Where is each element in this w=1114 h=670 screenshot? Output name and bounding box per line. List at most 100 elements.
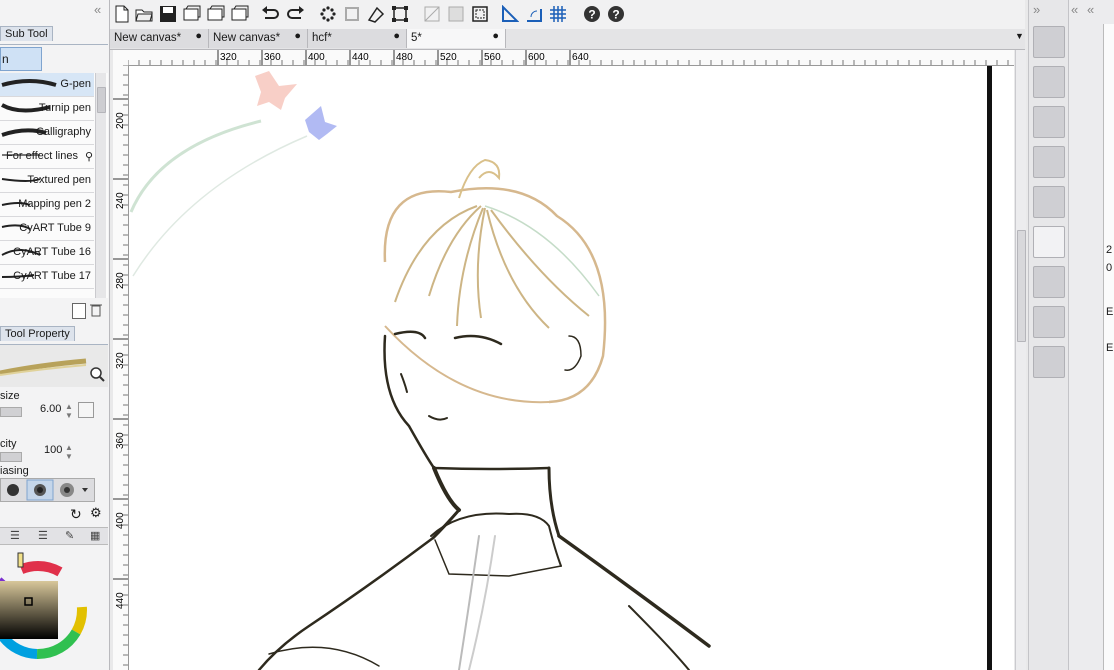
dotted-select-icon	[320, 6, 336, 22]
opacity-value[interactable]: 100	[44, 444, 62, 456]
ruler-top-label: 440	[352, 52, 369, 63]
copy-icon	[183, 5, 201, 21]
document-tabs: New canvas* ● New canvas* ● hcf* ● 5* ● ▼	[110, 29, 1025, 50]
layer-icon-9[interactable]	[1033, 346, 1065, 378]
brush-stroke-preview	[0, 358, 87, 376]
ruler-top-label: 480	[396, 52, 413, 63]
tab-dropdown-icon[interactable]: ▼	[1015, 31, 1024, 41]
tab-document-3[interactable]: hcf* ●	[308, 29, 407, 48]
brush-item[interactable]: CyART Tube 16	[0, 241, 94, 265]
new-file-button[interactable]	[112, 4, 132, 24]
chevrons-right-icon[interactable]: «	[1087, 2, 1094, 17]
layer-icon-7[interactable]	[1033, 266, 1065, 298]
help-2-button[interactable]: ?	[606, 4, 626, 24]
close-dot-icon[interactable]: ●	[492, 30, 499, 42]
snap-ruler-button[interactable]	[500, 4, 520, 24]
canvas-scrollbar[interactable]	[1015, 50, 1026, 670]
close-dot-icon[interactable]: ●	[294, 30, 301, 42]
collapse-right-icon[interactable]: »	[1033, 2, 1040, 17]
snap-grid-button[interactable]	[548, 4, 568, 24]
layer-icon-8[interactable]	[1033, 306, 1065, 338]
layer-icon-2[interactable]	[1033, 66, 1065, 98]
color-list-icon[interactable]: ☰	[10, 529, 20, 542]
tab-label: hcf*	[312, 32, 332, 44]
clear-button[interactable]	[230, 4, 250, 24]
layer-icon-4[interactable]	[1033, 146, 1065, 178]
ruler-left-label: 280	[115, 272, 126, 289]
transform-icon	[392, 6, 408, 22]
face-lineart	[257, 330, 711, 670]
brush-size-preset-icon[interactable]	[78, 402, 94, 418]
opacity-stepper-icon[interactable]: ▲ ▼	[65, 443, 73, 461]
hide-selection-button[interactable]	[422, 4, 442, 24]
tab-document-4-active[interactable]: 5* ●	[407, 29, 506, 48]
pen-color-icon[interactable]: ✎	[65, 529, 74, 542]
brush-size-stepper-icon[interactable]: ▲ ▼	[65, 402, 73, 420]
fill-button[interactable]	[366, 4, 386, 24]
brush-size-value[interactable]: 6.00	[40, 403, 61, 415]
tab-tool-property[interactable]: Tool Property	[0, 326, 75, 341]
zoom-preview-icon[interactable]	[89, 366, 105, 385]
select-all-button[interactable]	[318, 4, 338, 24]
help-button[interactable]: ?	[582, 4, 602, 24]
opacity-slider[interactable]	[0, 452, 22, 462]
tab-document-1[interactable]: New canvas* ●	[110, 29, 209, 48]
chevrons-left-icon[interactable]: «	[1071, 2, 1078, 17]
ruler-left-label: 400	[115, 512, 126, 529]
close-dot-icon[interactable]: ●	[195, 30, 202, 42]
antialiasing-selector[interactable]	[0, 478, 95, 502]
brush-item[interactable]: G-pen	[0, 73, 94, 97]
undo-button[interactable]	[260, 4, 280, 24]
ruler-top-label: 400	[308, 52, 325, 63]
grid-color-icon[interactable]: ▦	[90, 529, 100, 542]
save-button[interactable]	[158, 4, 178, 24]
redo-button[interactable]	[286, 4, 306, 24]
left-panel: « Sub Tool n G-pen Turnip pen Calligraphy F…	[0, 0, 110, 670]
brush-preview	[0, 344, 108, 387]
frame-border	[987, 66, 992, 670]
collapse-left-icon[interactable]: «	[94, 2, 101, 17]
drawing-canvas[interactable]	[129, 66, 1014, 670]
brush-item[interactable]: Calligraphy	[0, 121, 94, 145]
open-button[interactable]	[134, 4, 154, 24]
copy-button[interactable]	[182, 4, 202, 24]
brush-item[interactable]: Turnip pen	[0, 97, 94, 121]
brush-size-slider[interactable]	[0, 407, 22, 417]
brush-item[interactable]: CyART Tube 17	[0, 265, 94, 289]
palette-list-icon[interactable]: ☰	[38, 529, 48, 542]
layer-icon-3[interactable]	[1033, 106, 1065, 138]
brush-item[interactable]: For effect lines ⚲	[0, 145, 94, 169]
ruler-top-label: 560	[484, 52, 501, 63]
layer-icon-6-active[interactable]	[1033, 226, 1065, 258]
close-dot-icon[interactable]: ●	[393, 30, 400, 42]
layer-icon-1[interactable]	[1033, 26, 1065, 58]
frame-button[interactable]	[470, 4, 490, 24]
brush-label: Calligraphy	[35, 126, 91, 138]
snap-special-ruler-button[interactable]	[524, 4, 544, 24]
fill-gray-button[interactable]	[446, 4, 466, 24]
tab-sub-tool[interactable]: Sub Tool	[0, 26, 53, 41]
ruler-top-label: 640	[572, 52, 589, 63]
brush-item[interactable]: Textured pen	[0, 169, 94, 193]
new-subtool-icon[interactable]	[72, 303, 86, 319]
cut-button[interactable]	[206, 4, 226, 24]
brush-item[interactable]: CyART Tube 9	[0, 217, 94, 241]
brush-item[interactable]: Mapping pen 2	[0, 193, 94, 217]
clear-icon	[231, 5, 249, 21]
fill-icon	[367, 6, 385, 23]
trash-icon[interactable]	[90, 303, 102, 317]
refresh-icon[interactable]: ↻	[70, 506, 82, 523]
transform-button[interactable]	[390, 4, 410, 24]
help-icon: ?	[584, 6, 600, 22]
brush-list-scrollbar[interactable]	[95, 73, 106, 298]
brush-list-scroll-thumb[interactable]	[97, 87, 106, 113]
crop-button[interactable]	[342, 4, 362, 24]
tab-document-2[interactable]: New canvas* ●	[209, 29, 308, 48]
ruler-top: 320 360 400 440 480 520 560 600 640	[128, 50, 1014, 66]
brush-search-icon[interactable]: ⚲	[85, 150, 93, 163]
wrench-icon[interactable]: ⚙	[90, 505, 102, 521]
canvas-scroll-thumb[interactable]	[1017, 230, 1026, 342]
color-wheel[interactable]	[0, 545, 108, 670]
layer-icon-5[interactable]	[1033, 186, 1065, 218]
sub-tool-group-button[interactable]: n	[0, 47, 42, 71]
